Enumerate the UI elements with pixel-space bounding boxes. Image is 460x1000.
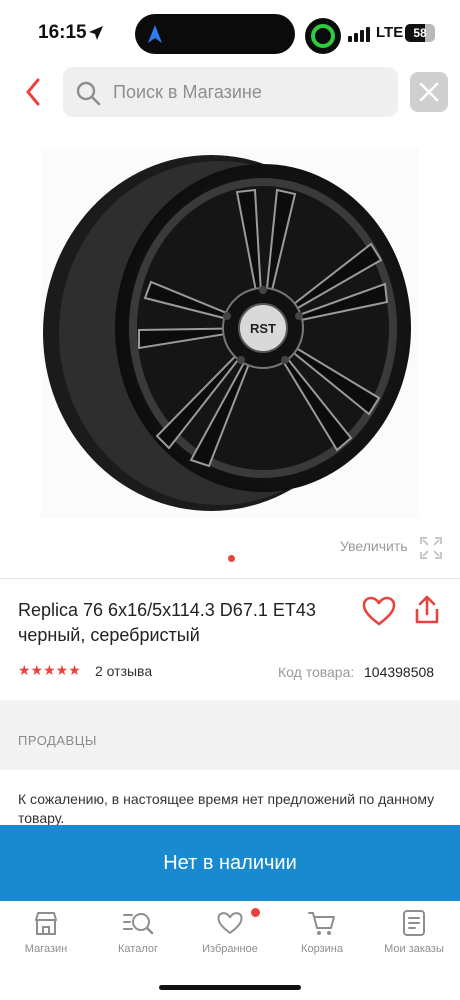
cellular-signal-icon [348, 27, 370, 42]
tab-cart[interactable]: Корзина [276, 909, 368, 955]
divider [0, 578, 460, 579]
share-icon[interactable] [414, 595, 440, 625]
network-type: LTE [376, 24, 404, 41]
close-search-button[interactable] [410, 72, 448, 112]
tab-favorites-label: Избранное [202, 943, 258, 955]
close-icon [419, 82, 439, 102]
tab-catalog[interactable]: Каталог [92, 909, 184, 955]
location-arrow-icon [89, 26, 103, 40]
tab-orders-label: Мои заказы [384, 943, 444, 955]
back-chevron-icon[interactable] [20, 76, 48, 108]
tab-catalog-label: Каталог [118, 943, 158, 955]
sellers-section: ПРОДАВЦЫ [0, 700, 460, 770]
cart-icon [308, 912, 335, 935]
dynamic-island [135, 14, 295, 54]
status-bar: 16:15 LTE 58 [0, 0, 460, 66]
brand-mark: RST [250, 321, 276, 336]
search-placeholder: Поиск в Магазине [113, 82, 262, 102]
favorites-badge [251, 908, 260, 917]
tab-favorites[interactable]: Избранное [184, 909, 276, 955]
orders-icon [403, 910, 425, 936]
heart-icon [217, 912, 243, 934]
gallery-page-indicator [228, 555, 235, 562]
rating-stars: ★★★★★ [18, 662, 81, 678]
sellers-heading: ПРОДАВЦЫ [18, 733, 97, 748]
product-image[interactable]: RST [41, 148, 419, 518]
no-offers-notice: К сожалению, в настоящее время нет предл… [18, 791, 435, 826]
store-icon [35, 912, 57, 935]
battery-icon: 58 [405, 24, 435, 42]
tab-cart-label: Корзина [301, 943, 343, 955]
tab-store-label: Магазин [24, 943, 68, 955]
home-indicator[interactable] [159, 985, 301, 990]
tab-store[interactable]: Магазин [0, 909, 92, 955]
catalog-icon [123, 913, 154, 935]
reviews-link[interactable]: 2 отзыва [95, 663, 152, 679]
out-of-stock-button[interactable]: Нет в наличии [0, 825, 460, 901]
battery-level: 58 [413, 26, 427, 40]
expand-icon[interactable] [419, 536, 443, 560]
search-input[interactable]: Поиск в Магазине [63, 67, 398, 117]
navigation-icon [148, 25, 162, 43]
zoom-label[interactable]: Увеличить [340, 538, 408, 554]
sku-value: 104398508 [364, 664, 435, 680]
product-title: Replica 76 6x16/5x114.3 D67.1 ET43 черны… [18, 600, 316, 645]
activity-ring-icon [305, 18, 341, 54]
tab-orders[interactable]: Мои заказы [368, 909, 460, 955]
status-time: 16:15 [38, 22, 87, 43]
search-icon [76, 81, 101, 106]
wheel-illustration: RST [43, 155, 411, 511]
sku-label: Код товара: [278, 664, 355, 680]
favorite-heart-icon[interactable] [362, 596, 396, 626]
